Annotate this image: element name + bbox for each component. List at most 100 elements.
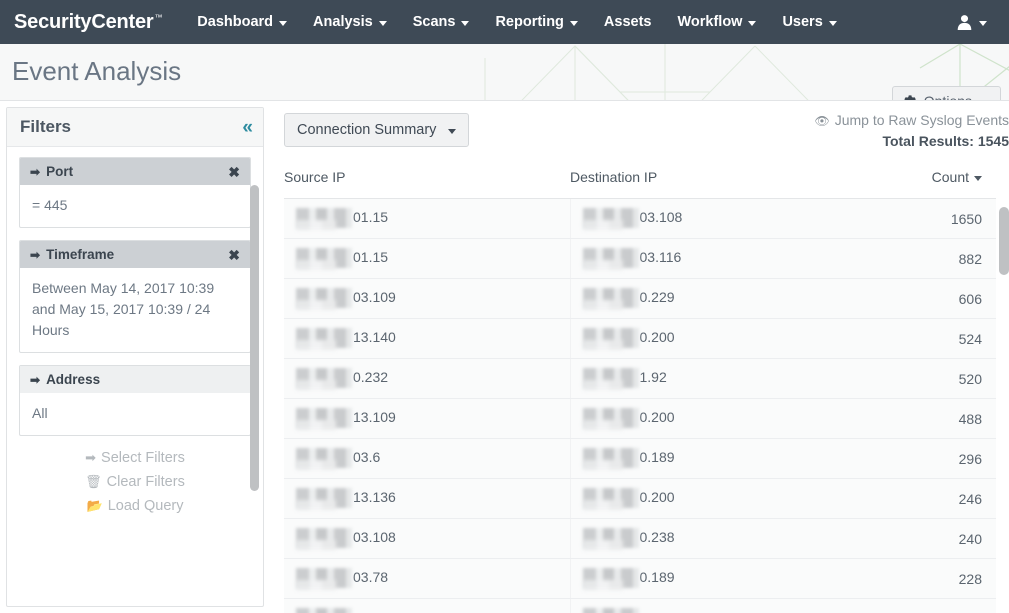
chevron-down-icon xyxy=(748,20,757,26)
column-header-count[interactable]: Count xyxy=(870,163,996,199)
table-row[interactable]: 03.6 0.189 296 xyxy=(284,438,996,479)
cell-destination-ip: 03.116 xyxy=(569,238,870,279)
redacted-ip-prefix xyxy=(582,528,639,548)
filter-name: Port xyxy=(46,164,74,179)
source-ip-suffix: 03.6 xyxy=(353,449,381,465)
remove-filter-icon[interactable]: ✖ xyxy=(228,165,240,179)
jump-to-raw-syslog-link[interactable]: 👁 Jump to Raw Syslog Events xyxy=(814,112,1009,128)
nav-item-reporting[interactable]: Reporting xyxy=(482,0,590,44)
nav-item-workflow[interactable]: Workflow xyxy=(664,0,769,44)
filter-card-header[interactable]: ➡ Address xyxy=(20,366,250,393)
redacted-ip-prefix xyxy=(296,368,352,388)
table-row[interactable]: 13.136 0.200 246 xyxy=(284,478,996,519)
chevron-down-icon xyxy=(828,20,837,26)
cell-destination-ip: 0.189 xyxy=(569,558,870,599)
filter-value[interactable]: = 445 xyxy=(20,185,250,227)
table-row[interactable]: 03.109 0.229 606 xyxy=(284,278,996,319)
nav-item-users[interactable]: Users xyxy=(769,0,849,44)
nav-item-scans[interactable]: Scans xyxy=(400,0,483,44)
filter-card-port: ➡ Port ✖ = 445 xyxy=(19,157,251,228)
sort-desc-icon xyxy=(974,176,982,181)
connection-summary-dropdown[interactable]: Connection Summary xyxy=(284,113,470,147)
brand-logo[interactable]: SecurityCenter™ xyxy=(14,11,162,34)
table-row[interactable]: 13.109 0.200 488 xyxy=(284,398,996,439)
filter-card-header[interactable]: ➡ Port ✖ xyxy=(20,158,250,185)
results-toolbar: Connection Summary 👁 Jump to Raw Syslog E… xyxy=(272,107,1009,163)
cell-destination-ip: 0.229 xyxy=(569,278,870,319)
filter-value[interactable]: All xyxy=(20,393,250,435)
table-row[interactable]: 03.108 0.238 240 xyxy=(284,518,996,559)
destination-ip-suffix: 0.200 xyxy=(639,489,675,505)
filters-header: Filters « xyxy=(7,108,263,147)
table-scrollbar[interactable] xyxy=(999,207,1009,613)
cell-count: 882 xyxy=(870,238,996,279)
cell-source-ip: 03.108 xyxy=(284,518,570,559)
table-row[interactable]: 13.140 0.200 524 xyxy=(284,318,996,359)
chevron-down-icon xyxy=(981,99,989,100)
cell-destination-ip: 1.92 xyxy=(569,358,870,399)
redacted-ip-prefix xyxy=(582,208,639,228)
redacted-ip-prefix xyxy=(296,488,352,508)
options-button[interactable]: Options xyxy=(891,86,1001,101)
sidebar-scrollbar-thumb[interactable] xyxy=(250,185,259,491)
column-label: Source IP xyxy=(284,169,346,185)
column-header-destination-ip[interactable]: Destination IP xyxy=(570,163,870,199)
redacted-ip-prefix xyxy=(296,248,352,268)
table-row[interactable]: 01.15 03.116 882 xyxy=(284,238,996,279)
table-row[interactable]: 0.232 1.92 520 xyxy=(284,358,996,399)
nav-item-analysis[interactable]: Analysis xyxy=(300,0,400,44)
filter-value[interactable]: Between May 14, 2017 10:39 and May 15, 2… xyxy=(20,268,250,352)
cell-source-ip: 13.140 xyxy=(284,318,570,359)
table-row[interactable]: 01.15 03.108 1650 xyxy=(284,198,996,239)
sidebar-scrollbar[interactable] xyxy=(250,147,259,606)
redacted-ip-prefix xyxy=(582,608,639,613)
cell-count: 296 xyxy=(870,438,996,479)
column-header-source-ip[interactable]: Source IP xyxy=(284,163,570,199)
results-table-body: 01.15 03.108 1650 01.15 03.116 882 03.10… xyxy=(284,198,996,613)
table-row[interactable] xyxy=(284,598,996,613)
select-filters-link[interactable]: ➡ Select Filters xyxy=(19,450,251,466)
top-navbar: SecurityCenter™ Dashboard Analysis Scans… xyxy=(0,0,1009,44)
main-content: Connection Summary 👁 Jump to Raw Syslog E… xyxy=(272,107,1009,613)
cell-destination-ip: 0.189 xyxy=(569,438,870,479)
redacted-ip-prefix xyxy=(582,408,639,428)
clear-filters-link[interactable]: 🗑 Clear Filters xyxy=(19,474,251,490)
cell-destination-ip: 0.238 xyxy=(569,518,870,559)
redacted-ip-prefix xyxy=(296,288,352,308)
eye-icon: 👁 xyxy=(814,114,830,128)
chevron-down-icon xyxy=(569,20,578,26)
pin-icon: ➡ xyxy=(30,164,41,179)
source-ip-suffix: 0.232 xyxy=(353,369,389,385)
cell-source-ip xyxy=(284,598,570,613)
cell-count: 240 xyxy=(870,518,996,559)
redacted-ip-prefix xyxy=(296,328,352,348)
nav-item-assets[interactable]: Assets xyxy=(591,0,665,44)
user-menu[interactable] xyxy=(956,14,995,31)
table-row[interactable]: 03.78 0.189 228 xyxy=(284,558,996,599)
filter-card-address: ➡ Address All xyxy=(19,365,251,436)
options-label: Options xyxy=(923,93,972,101)
user-icon xyxy=(957,14,972,30)
destination-ip-suffix: 0.229 xyxy=(639,289,675,305)
nav-item-dashboard[interactable]: Dashboard xyxy=(184,0,300,44)
collapse-sidebar-icon[interactable]: « xyxy=(242,118,252,137)
filter-card-header[interactable]: ➡ Timeframe ✖ xyxy=(20,241,250,268)
folder-open-icon: 📂 xyxy=(86,498,103,513)
chevron-down-icon xyxy=(378,20,387,26)
source-ip-suffix: 13.140 xyxy=(353,329,396,345)
nav-menu: Dashboard Analysis Scans Reporting Asset… xyxy=(184,0,849,44)
remove-filter-icon[interactable]: ✖ xyxy=(228,248,240,262)
redacted-ip-prefix xyxy=(582,488,639,508)
redacted-ip-prefix xyxy=(582,288,639,308)
pin-icon: ➡ xyxy=(85,450,97,465)
cell-source-ip: 0.232 xyxy=(284,358,570,399)
load-query-link[interactable]: 📂 Load Query xyxy=(19,498,251,514)
cell-destination-ip: 03.108 xyxy=(569,198,870,239)
nav-label: Analysis xyxy=(313,14,373,30)
cell-destination-ip xyxy=(569,598,870,613)
chevron-down-icon xyxy=(461,20,470,26)
destination-ip-suffix: 03.108 xyxy=(639,209,683,225)
redacted-ip-prefix xyxy=(296,568,352,588)
table-scrollbar-thumb[interactable] xyxy=(999,207,1009,275)
redacted-ip-prefix xyxy=(296,208,352,228)
